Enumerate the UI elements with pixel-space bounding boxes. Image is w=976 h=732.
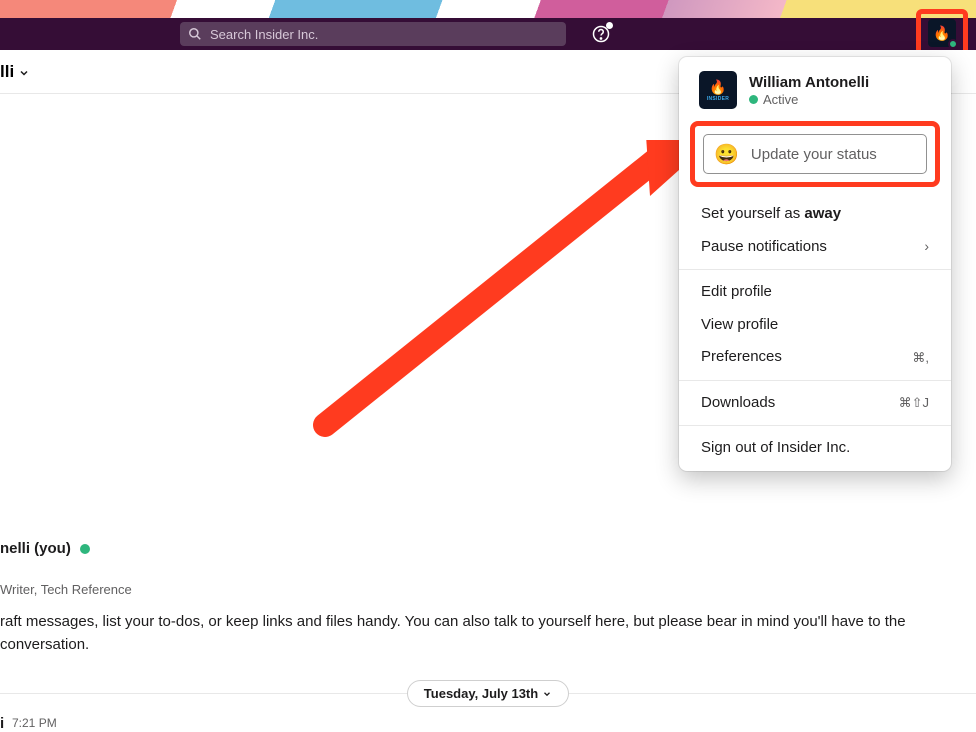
date-divider: Tuesday, July 13th [0, 680, 976, 707]
smile-emoji-icon: 😀 [714, 142, 739, 167]
avatar-flame-icon: 🔥 [709, 79, 726, 96]
date-pill-button[interactable]: Tuesday, July 13th [407, 680, 569, 707]
view-profile-item[interactable]: View profile [679, 309, 951, 342]
annotation-arrow [310, 140, 710, 450]
status-dot-icon [749, 95, 758, 104]
chevron-right-icon: › [924, 236, 929, 257]
search-placeholder: Search Insider Inc. [210, 27, 318, 42]
dm-self-description: raft messages, list your to-dos, or keep… [0, 610, 920, 657]
preferences-shortcut: ⌘, [912, 348, 929, 368]
profile-menu: 🔥 INSIDER William Antonelli Active 😀 Upd… [679, 57, 951, 471]
preferences-item[interactable]: Preferences ⌘, [679, 341, 951, 374]
dm-self-name: nelli (you) [0, 540, 71, 557]
update-status-button[interactable]: 😀 Update your status [703, 134, 927, 174]
downloads-shortcut: ⌘⇧J [899, 393, 929, 413]
help-badge [606, 22, 613, 29]
profile-header: 🔥 INSIDER William Antonelli Active [679, 57, 951, 121]
message-timestamp: 7:21 PM [12, 716, 57, 730]
profile-status: Active [749, 92, 869, 107]
chevron-down-icon [542, 689, 552, 699]
message-author: i [0, 715, 4, 732]
pause-notifications-item[interactable]: Pause notifications › [679, 231, 951, 264]
sign-out-item[interactable]: Sign out of Insider Inc. [679, 432, 951, 465]
set-away-item[interactable]: Set yourself as away [679, 198, 951, 231]
profile-name: William Antonelli [749, 74, 869, 91]
edit-profile-item[interactable]: Edit profile [679, 276, 951, 309]
presence-dot-icon [80, 544, 90, 554]
avatar-label: INSIDER [707, 96, 729, 102]
desktop-background [0, 0, 976, 20]
help-button[interactable] [592, 25, 610, 43]
search-input[interactable]: Search Insider Inc. [180, 22, 566, 46]
search-icon [188, 27, 202, 41]
downloads-item[interactable]: Downloads ⌘⇧J [679, 387, 951, 420]
chevron-down-icon [18, 67, 30, 79]
app-header: Search Insider Inc. 🔥 [0, 18, 976, 50]
status-placeholder: Update your status [751, 146, 877, 163]
channel-name-button[interactable]: lli [0, 62, 30, 82]
dm-self-name-row: nelli (you) [0, 540, 90, 557]
dm-self-title: Writer, Tech Reference [0, 582, 132, 597]
profile-avatar: 🔥 INSIDER [699, 71, 737, 109]
annotation-status-highlight: 😀 Update your status [690, 121, 940, 187]
